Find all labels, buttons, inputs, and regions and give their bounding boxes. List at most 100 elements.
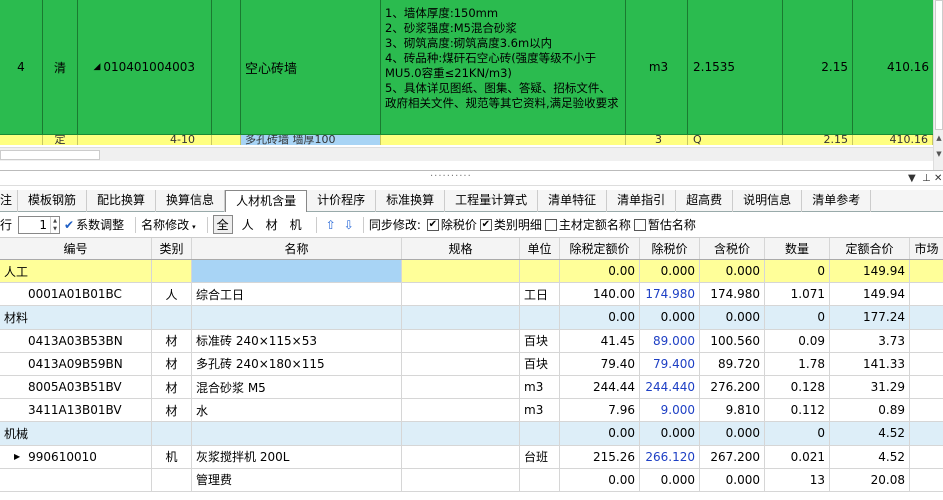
cell-code[interactable]: 3411A13B01BV xyxy=(0,399,152,422)
tab-quantity-formula[interactable]: 工程量计算式 xyxy=(445,190,539,212)
cell-unit[interactable]: 百块 xyxy=(520,352,560,375)
cell-qty[interactable]: 1.78 xyxy=(765,352,830,375)
check-category-detail[interactable]: ✔ 类别明细 xyxy=(479,216,542,233)
cell-qty[interactable]: 1.071 xyxy=(765,283,830,306)
col-unit[interactable]: 单位 xyxy=(520,238,560,259)
cell-unit[interactable] xyxy=(520,422,560,445)
cell-code[interactable] xyxy=(0,468,152,491)
hscroll-thumb[interactable] xyxy=(0,150,100,160)
cell-category[interactable]: 材 xyxy=(152,399,192,422)
category-row[interactable]: 材料 0.00 0.000 0.000 0 177.24 xyxy=(0,306,943,330)
filter-labor[interactable]: 人 xyxy=(239,216,257,233)
spinner-arrows-icon[interactable]: ▲ ▼ xyxy=(50,216,59,233)
cell-price-excl[interactable]: 244.44 xyxy=(560,375,640,399)
cell-total[interactable]: 31.29 xyxy=(830,375,910,399)
cell-qty[interactable]: 0.112 xyxy=(765,399,830,422)
move-up-icon[interactable]: ⇧ xyxy=(326,218,336,232)
cell-price-excl[interactable]: 79.40 xyxy=(560,352,640,375)
tab-standard-conversion[interactable]: 标准换算 xyxy=(376,190,446,212)
filter-all[interactable]: 全 xyxy=(212,215,233,234)
scroll-thumb[interactable] xyxy=(935,0,943,130)
cell-price-notax[interactable]: 9.000 xyxy=(640,399,700,422)
cell-total[interactable]: 149.94 xyxy=(830,260,910,283)
cell-name[interactable]: 水 xyxy=(192,399,402,422)
cell-name[interactable]: 灰浆搅拌机 200L xyxy=(192,445,402,468)
cell-price-tax[interactable]: 174.980 xyxy=(700,283,765,306)
cell-unit[interactable] xyxy=(520,306,560,329)
bill-quantity-expr[interactable]: 2.1535 xyxy=(688,0,783,134)
check-provisional-name[interactable]: 暂估名称 xyxy=(633,216,696,233)
table-row[interactable]: ▶ 990610010 机 灰浆搅拌机 200L 台班 215.26 266.120 267.… xyxy=(0,445,943,469)
cell-name[interactable] xyxy=(192,306,402,329)
cell-market[interactable] xyxy=(910,446,943,468)
bill-features[interactable]: 1、墙体厚度:150mm 2、砂浆强度:M5混合砂浆 3、砌筑高度:砌筑高度3.… xyxy=(381,0,626,134)
cell-category[interactable] xyxy=(152,306,192,329)
cell-spec[interactable] xyxy=(402,375,520,399)
cell-price-excl[interactable]: 215.26 xyxy=(560,445,640,468)
col-price-notax[interactable]: 除税价 xyxy=(640,238,700,259)
bill-row-selected[interactable]: 4 清 ◢ 010401004003 空心砖墙 1、墙体厚度:150mm 2、砂浆… xyxy=(0,0,933,135)
expand-triangle-icon[interactable]: ▶ xyxy=(14,452,20,461)
col-code[interactable]: 编号 xyxy=(0,238,152,259)
cell-total[interactable]: 177.24 xyxy=(830,306,910,329)
cell-category[interactable]: 材 xyxy=(152,352,192,375)
cell-category[interactable] xyxy=(152,260,192,283)
cell-category[interactable]: 机 xyxy=(152,445,192,468)
cell-code[interactable]: 材料 xyxy=(0,306,152,329)
cell-price-tax[interactable]: 100.560 xyxy=(700,329,765,352)
tab-formwork-rebar[interactable]: 模板钢筋 xyxy=(18,190,88,212)
cell-name[interactable]: 管理费 xyxy=(192,468,402,491)
category-row[interactable]: 机械 0.00 0.000 0.000 0 4.52 xyxy=(0,422,943,446)
cell-category[interactable]: 材 xyxy=(152,329,192,352)
cell-qty[interactable]: 0.021 xyxy=(765,445,830,468)
cell-spec[interactable] xyxy=(402,445,520,468)
cell-code[interactable]: 机械 xyxy=(0,422,152,445)
cell-market[interactable] xyxy=(910,399,943,421)
cell-total[interactable]: 3.73 xyxy=(830,329,910,352)
coef-adjust-button[interactable]: ✔ 系数调整 xyxy=(64,216,124,233)
cell-price-notax[interactable]: 0.000 xyxy=(640,468,700,491)
col-category[interactable]: 类别 xyxy=(152,238,192,259)
cell-category[interactable]: 材 xyxy=(152,375,192,399)
scroll-down-icon[interactable]: ▼ xyxy=(934,148,943,160)
check-excl-tax[interactable]: ✔ 除税价 xyxy=(426,216,477,233)
cell-category[interactable]: 人 xyxy=(152,283,192,306)
filter-material[interactable]: 材 xyxy=(263,216,281,233)
cell-price-excl[interactable]: 0.00 xyxy=(560,468,640,491)
cell-total[interactable]: 20.08 xyxy=(830,468,910,491)
cell-spec[interactable] xyxy=(402,306,520,329)
cell-price-tax[interactable]: 276.200 xyxy=(700,375,765,399)
cell-code[interactable]: 0413A09B59BN xyxy=(0,352,152,375)
cell-name[interactable]: 混合砂浆 M5 xyxy=(192,375,402,399)
cell-price-excl[interactable]: 140.00 xyxy=(560,283,640,306)
cell-price-notax[interactable]: 89.000 xyxy=(640,329,700,352)
cell-price-excl[interactable]: 41.45 xyxy=(560,329,640,352)
cell-price-notax[interactable]: 0.000 xyxy=(640,306,700,329)
cell-total[interactable]: 0.89 xyxy=(830,399,910,422)
cell-name[interactable] xyxy=(192,422,402,445)
cell-qty[interactable]: 0.128 xyxy=(765,375,830,399)
cell-code[interactable]: 0413A03B53BN xyxy=(0,329,152,352)
cell-category[interactable] xyxy=(152,468,192,491)
tab-pricing-procedure[interactable]: 计价程序 xyxy=(307,190,377,212)
col-spec[interactable]: 规格 xyxy=(402,238,520,259)
cell-unit[interactable] xyxy=(520,468,560,491)
cell-market[interactable] xyxy=(910,330,943,352)
cell-price-tax[interactable]: 267.200 xyxy=(700,445,765,468)
col-price-tax[interactable]: 含税价 xyxy=(700,238,765,259)
cell-unit[interactable]: 百块 xyxy=(520,329,560,352)
cell-price-notax[interactable]: 0.000 xyxy=(640,422,700,445)
cell-qty[interactable]: 0 xyxy=(765,306,830,329)
cell-qty[interactable]: 0.09 xyxy=(765,329,830,352)
cell-qty[interactable]: 13 xyxy=(765,468,830,491)
tab-partial[interactable]: 注 xyxy=(0,190,19,212)
cell-price-excl[interactable]: 0.00 xyxy=(560,422,640,445)
cell-spec[interactable] xyxy=(402,329,520,352)
table-row[interactable]: 8005A03B51BV 材 混合砂浆 M5 m3 244.44 244.440 276.2… xyxy=(0,375,943,400)
cell-unit[interactable]: 工日 xyxy=(520,283,560,306)
tab-overheight-fee[interactable]: 超高费 xyxy=(676,190,734,212)
cell-price-notax[interactable]: 0.000 xyxy=(640,260,700,283)
cell-total[interactable]: 141.33 xyxy=(830,352,910,375)
cell-spec[interactable] xyxy=(402,399,520,422)
cell-price-tax[interactable]: 0.000 xyxy=(700,306,765,329)
